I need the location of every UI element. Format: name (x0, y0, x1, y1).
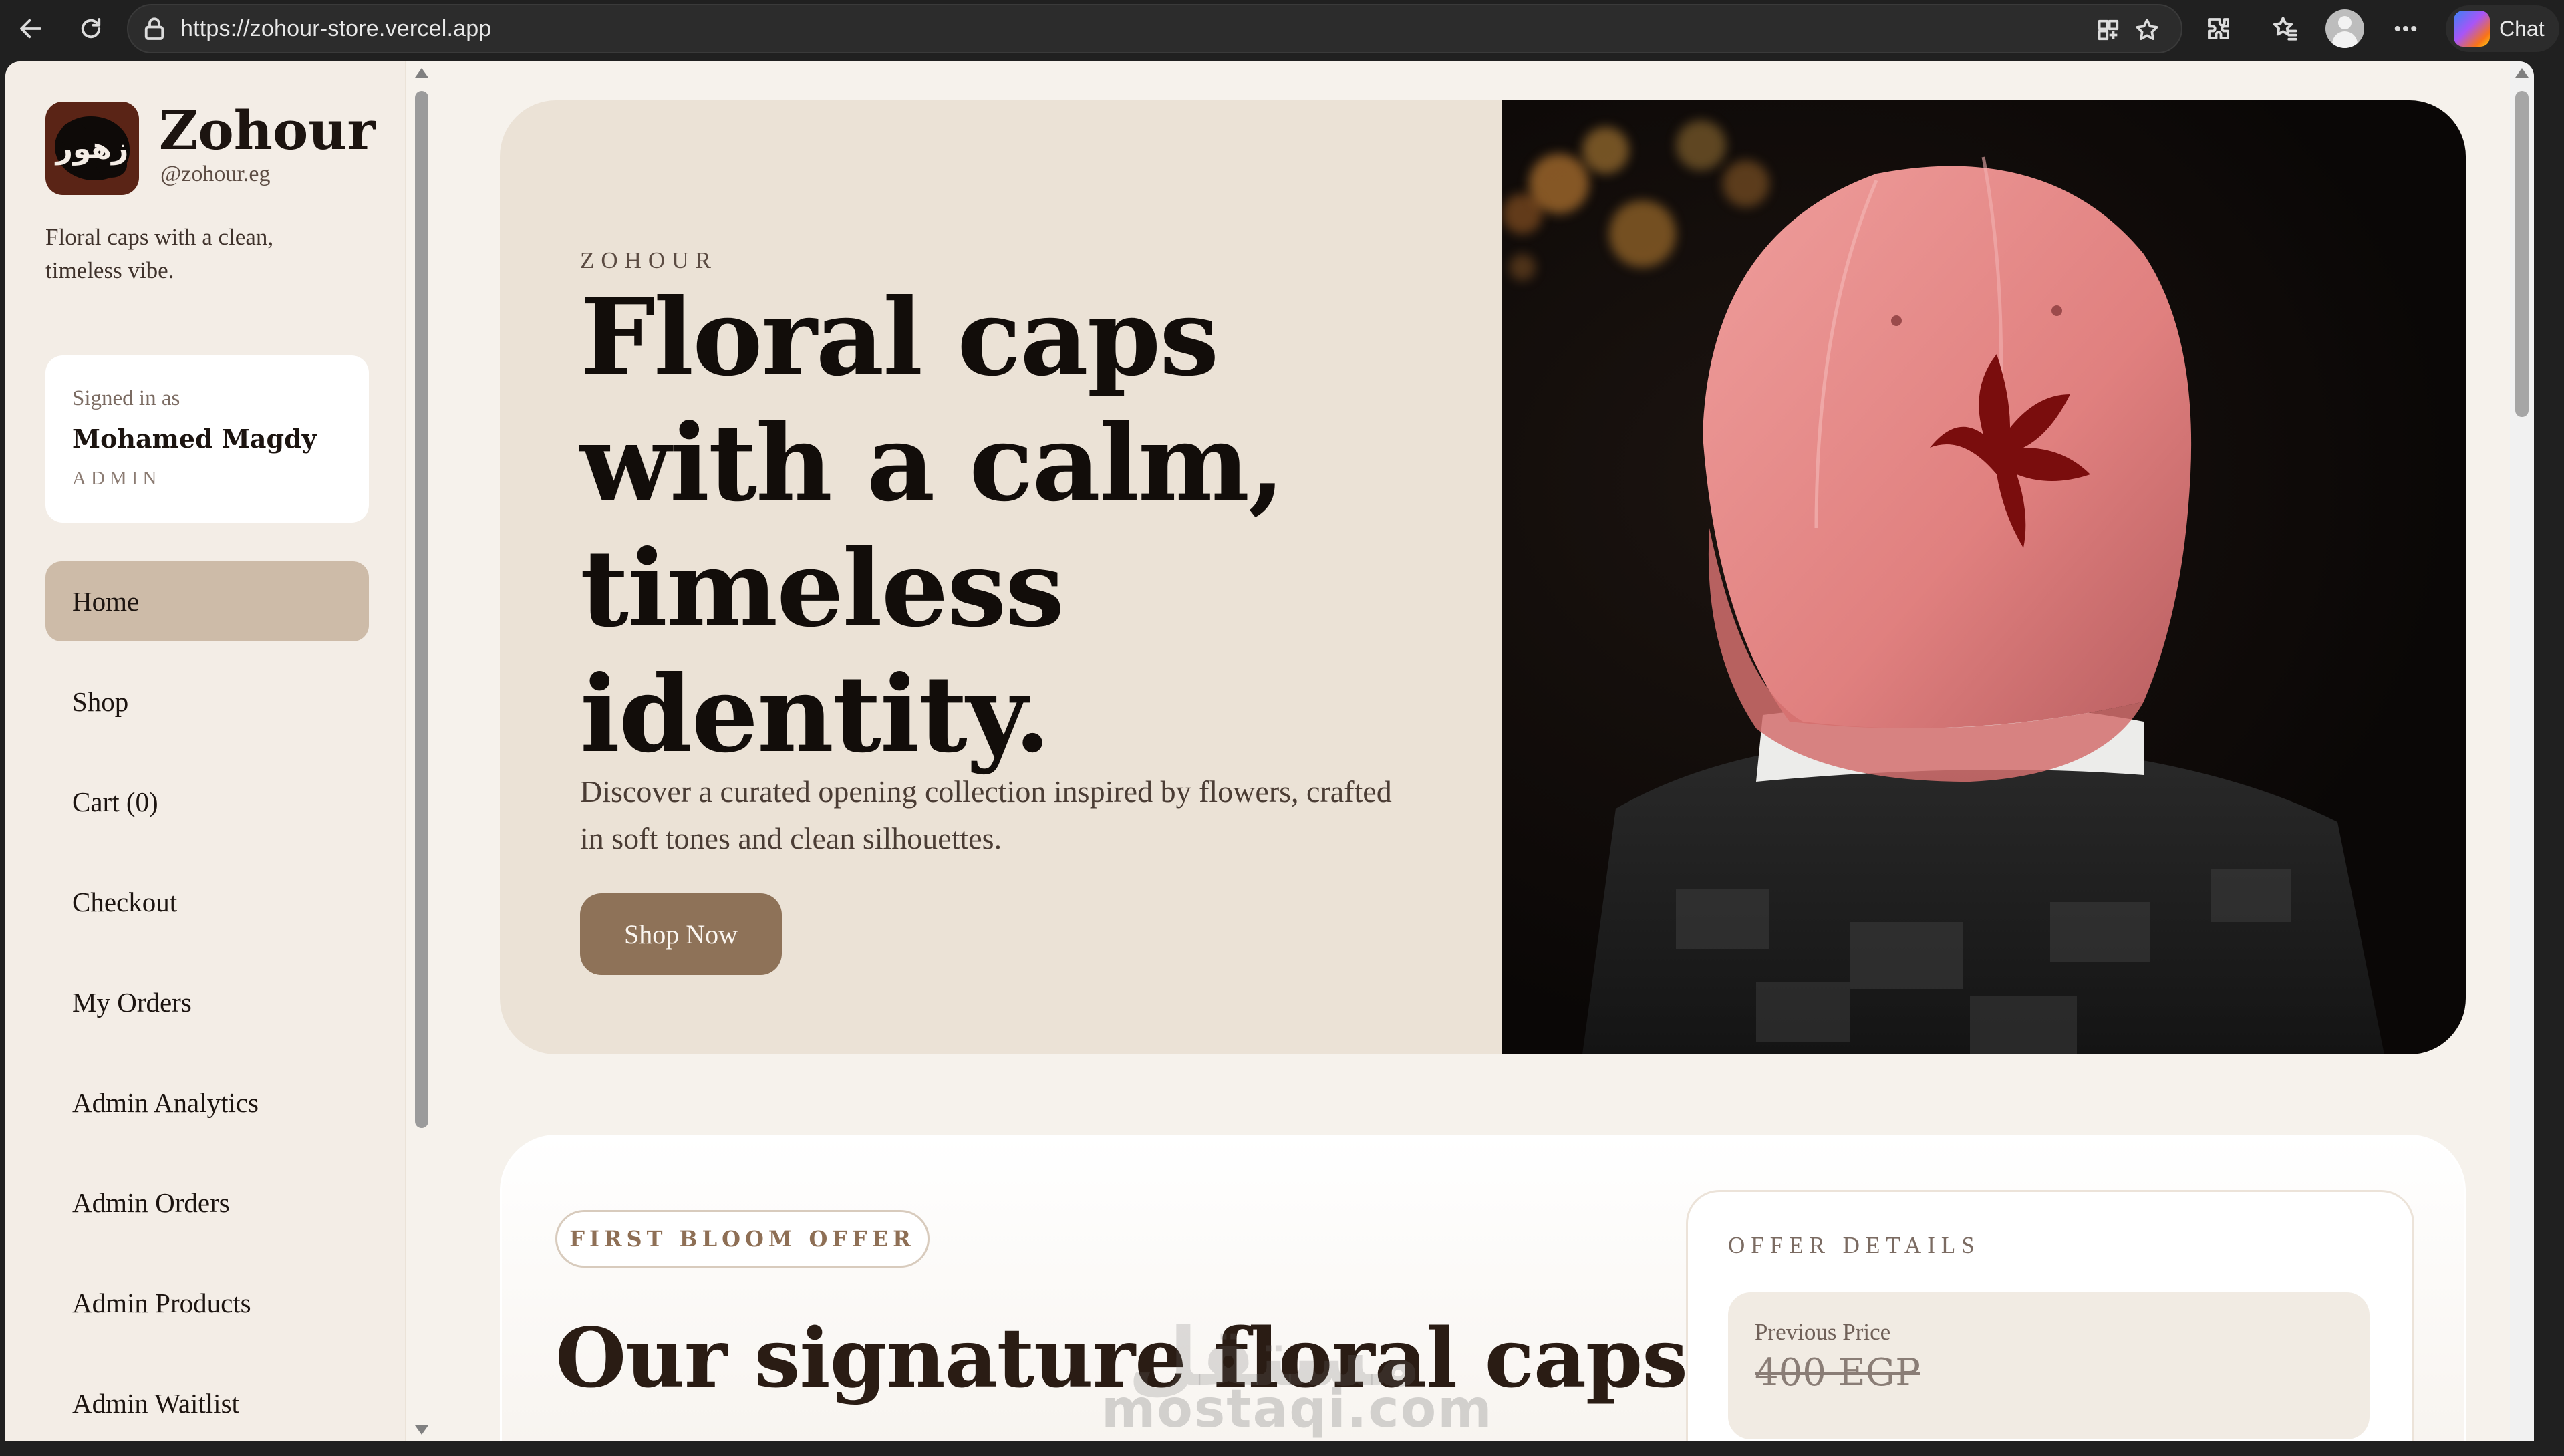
scroll-down-arrow-icon[interactable] (415, 1425, 428, 1435)
back-icon[interactable] (11, 9, 51, 49)
brand-tagline: Floral caps with a clean, timeless vibe. (45, 224, 274, 283)
hero-eyebrow: ZOHOUR (580, 247, 718, 273)
brand-name[interactable]: Zohour (159, 99, 376, 162)
brand-logo-glyph: زهور (55, 131, 129, 166)
sidebar-item-home[interactable]: Home (45, 561, 369, 641)
main-scroll-up-arrow-icon[interactable] (2515, 68, 2529, 78)
profile-icon[interactable] (2325, 9, 2364, 48)
sidebar-item-checkout[interactable]: Checkout (45, 862, 369, 942)
copilot-chat-button[interactable]: Chat (2446, 5, 2559, 52)
shop-now-button[interactable]: Shop Now (580, 893, 782, 975)
sidebar-item-shop[interactable]: Shop (45, 662, 369, 742)
user-role: ADMIN (72, 468, 162, 489)
sidebar-item-cart[interactable]: Cart (0) (45, 762, 369, 842)
sidebar-nav: Home Shop Cart (0) Checkout My Orders Ad… (45, 561, 369, 1441)
previous-price-box: Previous Price 400 EGP (1728, 1292, 2370, 1439)
sidebar: زهور Zohour @zohour.eg Floral caps with … (5, 61, 406, 1441)
lock-icon[interactable] (140, 15, 168, 43)
star-icon[interactable] (2130, 13, 2164, 47)
more-icon[interactable] (2386, 9, 2426, 49)
address-bar[interactable]: https://zohour-store.vercel.app (127, 4, 2182, 53)
user-card: Signed in as Mohamed Magdy ADMIN (45, 355, 369, 523)
scroll-up-arrow-icon[interactable] (415, 68, 428, 78)
hero-title: Floral caps with a calm, timeless identi… (580, 276, 1285, 776)
main-scroll-thumb[interactable] (2515, 91, 2529, 417)
sidebar-scroll-thumb[interactable] (415, 91, 428, 1128)
previous-price-value: 400 EGP (1755, 1351, 1920, 1395)
apps-icon[interactable] (2092, 13, 2125, 47)
copilot-icon (2454, 11, 2490, 47)
main-scrollbar[interactable] (2510, 61, 2534, 1441)
user-name: Mohamed Magdy (72, 424, 317, 454)
browser-toolbar: https://zohour-store.vercel.app Chat (0, 0, 2564, 57)
sidebar-scrollbar[interactable] (410, 61, 434, 1441)
sidebar-item-my-orders[interactable]: My Orders (45, 962, 369, 1042)
hero-description: Discover a curated opening collection in… (580, 774, 1392, 855)
chat-label: Chat (2499, 16, 2545, 41)
brand-logo[interactable]: زهور (45, 102, 139, 195)
offer-pill: FIRST BLOOM OFFER (555, 1210, 930, 1268)
watermark-latin: mostaqi.com (1101, 1379, 1493, 1439)
signed-in-label: Signed in as (72, 386, 180, 410)
page-viewport: زهور Zohour @zohour.eg Floral caps with … (5, 61, 2534, 1441)
offer-details-label: OFFER DETAILS (1728, 1232, 1981, 1258)
sidebar-item-admin-analytics[interactable]: Admin Analytics (45, 1062, 369, 1143)
hero-section: ZOHOUR Floral caps with a calm, timeless… (500, 100, 2466, 1054)
extensions-icon[interactable] (2198, 9, 2239, 49)
cap-illustration (1582, 156, 2384, 1054)
offer-details-card: OFFER DETAILS Previous Price 400 EGP (1686, 1190, 2414, 1441)
sidebar-item-admin-products[interactable]: Admin Products (45, 1263, 369, 1343)
sidebar-item-admin-waitlist[interactable]: Admin Waitlist (45, 1363, 369, 1441)
refresh-icon[interactable] (71, 9, 111, 49)
favorites-icon[interactable] (2265, 9, 2305, 49)
hero-cap-photo (1502, 100, 2466, 1054)
brand-handle: @zohour.eg (160, 162, 271, 186)
previous-price-label: Previous Price (1755, 1319, 1891, 1345)
sidebar-item-admin-orders[interactable]: Admin Orders (45, 1163, 369, 1243)
url-text[interactable]: https://zohour-store.vercel.app (180, 16, 491, 42)
